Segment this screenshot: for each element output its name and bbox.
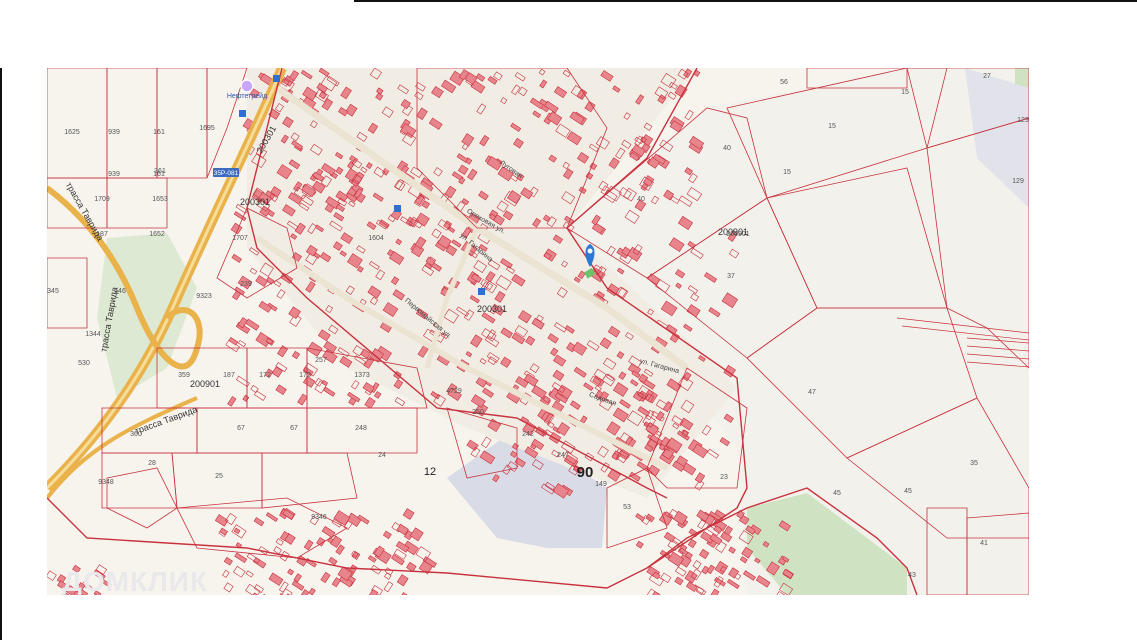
- parcel-number: 161: [153, 129, 165, 136]
- parcel-number: 9323: [196, 293, 212, 300]
- parcel-number: 345: [47, 288, 59, 295]
- bus-stop-icon[interactable]: [239, 110, 246, 117]
- parcel-number: 250: [472, 409, 484, 416]
- parcel-number: 23: [720, 474, 728, 481]
- parcel-label-medium: 12: [424, 466, 436, 478]
- parcel-number: 1695: [199, 125, 215, 132]
- parcel-number: 200901: [726, 231, 749, 238]
- parcel-number: 15: [901, 89, 909, 96]
- parcel-number: 1707: [232, 235, 248, 242]
- pin-dot: [587, 248, 593, 254]
- parcel-number: 45: [904, 488, 912, 495]
- parcel-number: 247: [557, 452, 569, 459]
- map-canvas[interactable]: 200301200301200301200901200901трасса Тав…: [47, 68, 1029, 595]
- parcel-number: 172: [259, 372, 271, 379]
- parcel-number: 45: [833, 490, 841, 497]
- parcel-number: 40: [723, 145, 731, 152]
- parcel-number: 67: [290, 425, 298, 432]
- bus-stop-icon[interactable]: [273, 75, 280, 82]
- parcel-label-large: 90: [577, 464, 594, 481]
- parcel-number: 40: [637, 196, 645, 203]
- parcel-number: 1709: [94, 196, 110, 203]
- road-badge: 35Р-081: [213, 168, 239, 177]
- parcel-number: 939: [108, 129, 120, 136]
- parcel-number: 4729: [446, 388, 462, 395]
- parcel-number: 56: [780, 79, 788, 86]
- parcel-number: 129: [1012, 178, 1024, 185]
- cadastral-block-id: 200301: [477, 304, 507, 314]
- parcel-number: 248: [355, 425, 367, 432]
- watermark: ДОМКЛИК: [62, 566, 208, 595]
- top-border-line: [354, 0, 1137, 2]
- parcel-number: 1604: [368, 235, 384, 242]
- parcel-number: 1344: [85, 331, 101, 338]
- parcel-number: 187: [223, 372, 235, 379]
- parcel-number: 37: [727, 273, 735, 280]
- parcel-number: 24: [378, 452, 386, 459]
- parcel-number: 43: [908, 572, 916, 579]
- cadastral-block-id: 200301: [240, 197, 270, 207]
- parcel-number: 149: [595, 481, 607, 488]
- parcel-number: 25: [215, 473, 223, 480]
- parcel-number: 27: [983, 73, 991, 80]
- fuel-station-icon[interactable]: [240, 79, 254, 93]
- parcel-number: 172: [299, 372, 311, 379]
- left-border-line: [0, 68, 2, 640]
- cadastral-map[interactable]: 200301 200301 200301 200901 200901 трасса Тав…: [47, 68, 1029, 595]
- parcel-number: 9348: [98, 479, 114, 486]
- parcel-number: 359: [178, 372, 190, 379]
- bus-stop-icon[interactable]: [478, 288, 485, 295]
- parcel-number: 239: [240, 281, 252, 288]
- parcel-number: 28: [148, 460, 156, 467]
- parcel-number: 530: [78, 360, 90, 367]
- parcel-number: 15: [783, 169, 791, 176]
- cadastral-block-id: 200901: [190, 379, 220, 389]
- parcel-number: 1652: [149, 231, 165, 238]
- parcel-number: 35: [970, 460, 978, 467]
- parcel-number: 9346: [311, 514, 327, 521]
- road-badge-label: 35Р-081: [214, 170, 239, 177]
- parcel-number: 939: [108, 171, 120, 178]
- parcel-number: 129: [1017, 117, 1029, 124]
- parcel-number: 1373: [354, 372, 370, 379]
- parcel-number: 546: [114, 288, 126, 295]
- bus-stop-icon[interactable]: [394, 205, 401, 212]
- parcel-number: 1625: [64, 129, 80, 136]
- parcel-number: 1653: [152, 196, 168, 203]
- parcel-number: 41: [980, 540, 988, 547]
- parcel-number: 361: [154, 168, 166, 175]
- parcel-number: 187: [96, 231, 108, 238]
- parcel-number: 67: [237, 425, 245, 432]
- parcel-number: 257: [315, 357, 327, 364]
- parcel-number: 360: [130, 431, 142, 438]
- parcel-number: 53: [623, 504, 631, 511]
- poi-label: Нефтетрейд: [227, 92, 267, 100]
- parcel-number: 15: [828, 123, 836, 130]
- parcel-number: 242: [522, 431, 534, 438]
- parcel-number: 47: [808, 389, 816, 396]
